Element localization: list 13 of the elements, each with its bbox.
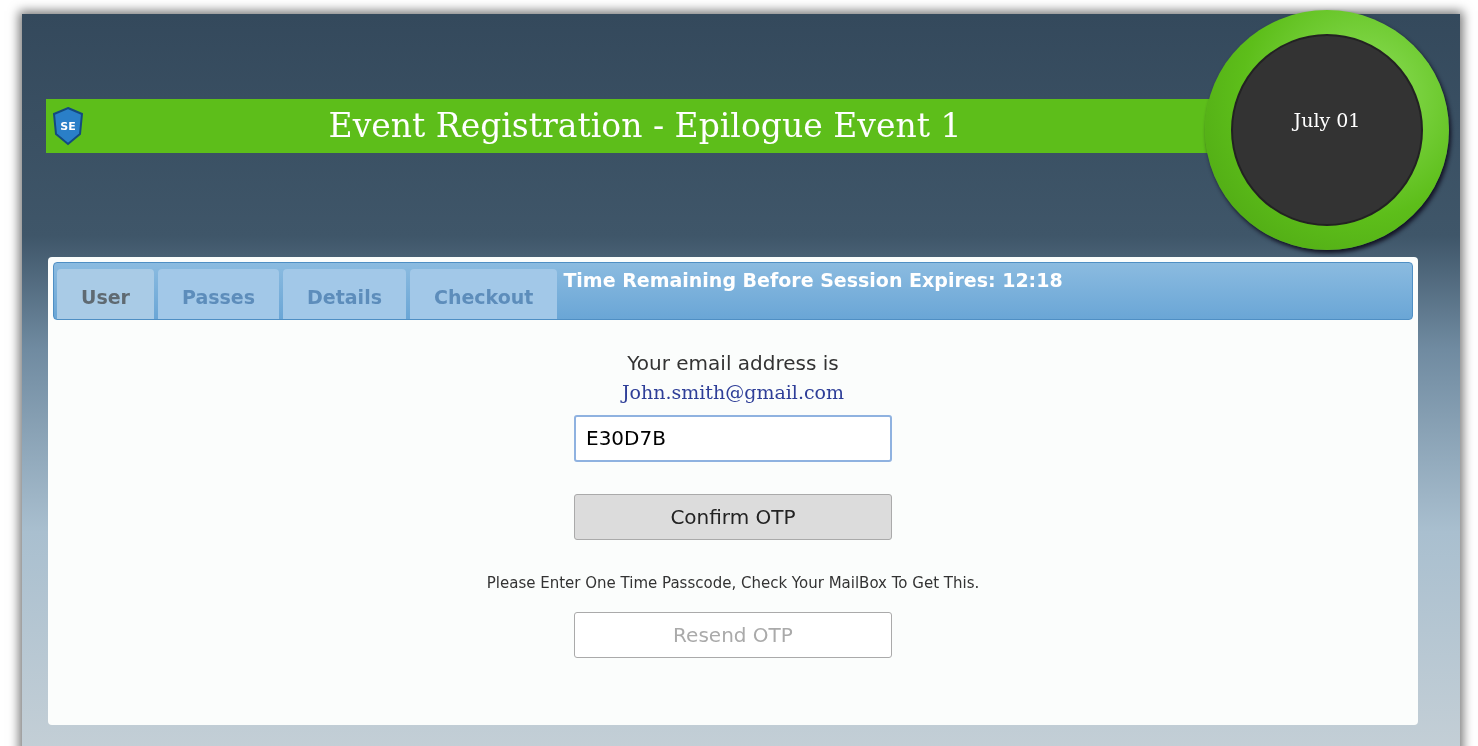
session-timer: Time Remaining Before Session Expires: 12:18 bbox=[563, 268, 1063, 293]
tab[interactable]: Passes bbox=[158, 269, 280, 319]
shield-logo-icon: SE bbox=[52, 106, 84, 146]
email-intro-text: Your email address is bbox=[627, 350, 839, 377]
event-date: July 01 bbox=[1293, 108, 1361, 133]
tab[interactable]: Checkout bbox=[409, 269, 558, 319]
otp-input-field[interactable]: E30D7B bbox=[574, 414, 892, 462]
otp-hint-text: Please Enter One Time Passcode, Check Your MailBox To Get This. bbox=[486, 572, 980, 594]
tab[interactable]: User bbox=[57, 269, 154, 319]
confirm-otp-button[interactable]: Confirm OTP bbox=[574, 493, 892, 540]
tab[interactable]: Details bbox=[283, 269, 406, 319]
page-title: Event Registration - Epilogue Event 1 bbox=[327, 105, 963, 148]
email-address: John.smith@gmail.com bbox=[621, 380, 845, 405]
